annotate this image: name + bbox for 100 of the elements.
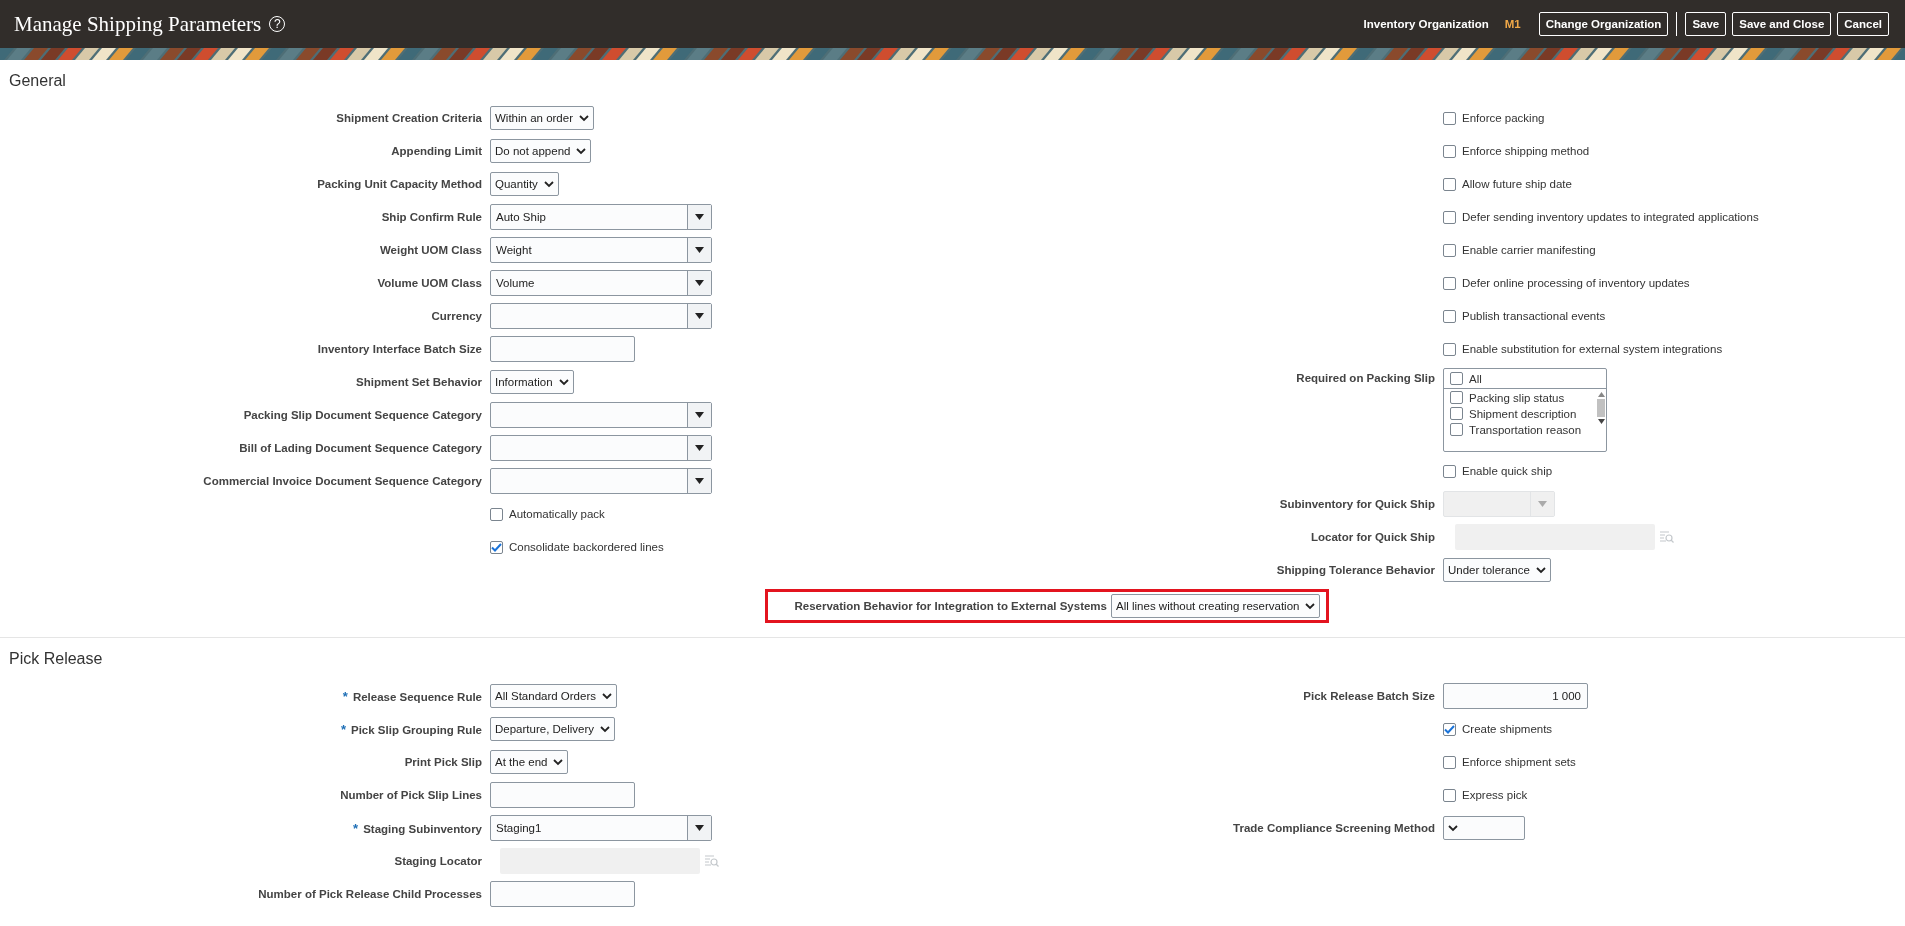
- field-label: Print Pick Slip: [404, 756, 482, 768]
- checkbox[interactable]: [1443, 177, 1456, 191]
- header-button[interactable]: Save: [1685, 12, 1727, 36]
- input-field[interactable]: [490, 336, 635, 362]
- checkbox-label: Enable quick ship: [1462, 465, 1553, 477]
- checkbox-option[interactable]: Defer online processing of inventory updates: [1443, 276, 1690, 290]
- checkbox-option[interactable]: Create shipments: [1443, 722, 1553, 736]
- field-label: Appending Limit: [391, 145, 482, 157]
- checkbox-option[interactable]: Enable substitution for external system integrations: [1443, 342, 1723, 356]
- field-label: Currency: [431, 310, 482, 322]
- header-button[interactable]: Change Organization: [1538, 12, 1669, 36]
- checkbox[interactable]: [1443, 342, 1456, 356]
- checkbox-label: Defer sending inventory updates to integrated applications: [1462, 211, 1759, 223]
- required-icon: *: [342, 688, 348, 704]
- checkbox-label: Express pick: [1462, 789, 1528, 801]
- page-title: Manage Shipping Parameters: [14, 11, 262, 37]
- checkbox[interactable]: [490, 540, 503, 554]
- dropdown-select[interactable]: All Standard Orders: [490, 684, 617, 708]
- checkbox[interactable]: [1443, 210, 1456, 224]
- field-label: Number of Pick Slip Lines: [340, 789, 482, 801]
- combo-field[interactable]: Volume: [490, 270, 712, 296]
- input-field[interactable]: [490, 782, 635, 808]
- checkbox[interactable]: [1443, 755, 1456, 769]
- checkbox-label: Publish transactional events: [1462, 310, 1606, 322]
- combo-field[interactable]: [490, 303, 712, 329]
- checkbox-option[interactable]: All: [1450, 372, 1482, 385]
- triangle-down-icon: [695, 478, 704, 484]
- checkbox-option[interactable]: Enable quick ship: [1443, 464, 1553, 478]
- checkbox-option[interactable]: Enforce shipment sets: [1443, 755, 1576, 769]
- checkbox-label: Create shipments: [1462, 723, 1553, 735]
- combo-field[interactable]: Auto Ship: [490, 204, 712, 230]
- field-label: Required on Packing Slip: [1296, 372, 1435, 384]
- chevron-down-icon: [1305, 602, 1316, 610]
- dropdown-select[interactable]: All lines without creating reservation: [1111, 594, 1321, 618]
- section-title: Pick Release: [0, 637, 1905, 682]
- checkbox[interactable]: [1443, 144, 1456, 158]
- chevron-down-icon: [553, 758, 564, 766]
- dropdown-select[interactable]: Do not append: [490, 139, 592, 163]
- checkbox-option[interactable]: Packing slip status: [1450, 391, 1590, 404]
- checkbox-label: Shipment description: [1469, 407, 1577, 420]
- checkbox-label: Allow future ship date: [1462, 178, 1572, 190]
- checkbox-option[interactable]: Enable carrier manifesting: [1443, 243, 1596, 257]
- field-label: Volume UOM Class: [377, 277, 482, 289]
- header-button[interactable]: Save and Close: [1732, 12, 1832, 36]
- checkbox[interactable]: [490, 507, 503, 521]
- checkbox-option[interactable]: Automatically pack: [490, 507, 605, 521]
- dropdown-select[interactable]: Quantity: [490, 172, 559, 196]
- combo-field[interactable]: Weight: [490, 237, 712, 263]
- checkbox-label: Automatically pack: [509, 508, 605, 520]
- combo-field[interactable]: [490, 435, 712, 461]
- checkbox-option[interactable]: Allow future ship date: [1443, 177, 1572, 191]
- dropdown-select[interactable]: Information: [490, 370, 574, 394]
- input-field[interactable]: 1 000: [1443, 683, 1588, 709]
- checkbox-label: Packing slip status: [1469, 391, 1565, 404]
- checkbox[interactable]: [1450, 372, 1463, 385]
- checkbox-label: Enable substitution for external system integrations: [1462, 343, 1723, 355]
- checkbox[interactable]: [1443, 788, 1456, 802]
- checkbox-option[interactable]: Transportation reason: [1450, 423, 1590, 436]
- field-label: Weight UOM Class: [379, 244, 482, 256]
- field-label: Packing Slip Document Sequence Category: [243, 409, 482, 421]
- checkbox[interactable]: [1450, 423, 1463, 436]
- combo-field[interactable]: Staging1: [490, 815, 712, 841]
- field-label: Shipment Set Behavior: [356, 376, 482, 388]
- dropdown-select[interactable]: At the end: [490, 750, 569, 774]
- field-label: Pick Release Batch Size: [1303, 690, 1435, 702]
- checkbox[interactable]: [1450, 407, 1463, 420]
- checkbox[interactable]: [1443, 243, 1456, 257]
- required-icon: *: [353, 820, 359, 836]
- scroll-up-icon[interactable]: [1597, 392, 1605, 397]
- checkbox-option[interactable]: Publish transactional events: [1443, 309, 1606, 323]
- checkbox-option[interactable]: Enforce shipping method: [1443, 144, 1590, 158]
- dropdown-select[interactable]: Within an order: [490, 106, 594, 130]
- input-field[interactable]: [490, 881, 635, 907]
- checkbox-option[interactable]: Enforce packing: [1443, 111, 1545, 125]
- checkbox[interactable]: [1443, 722, 1456, 736]
- checkbox[interactable]: [1443, 276, 1456, 290]
- combo-field[interactable]: [490, 402, 712, 428]
- field-label: * Release Sequence Rule: [342, 688, 482, 704]
- checkbox-option[interactable]: Express pick: [1443, 788, 1528, 802]
- field-label: Commercial Invoice Document Sequence Category: [203, 475, 482, 487]
- checkbox-option[interactable]: Shipment description: [1450, 407, 1590, 420]
- checkbox-option[interactable]: Consolidate backordered lines: [490, 540, 664, 554]
- checkbox-option[interactable]: Defer sending inventory updates to integrated applications: [1443, 210, 1759, 224]
- checkbox[interactable]: [1443, 111, 1456, 125]
- dropdown-select[interactable]: Under tolerance: [1443, 558, 1551, 582]
- dropdown-select[interactable]: [1443, 816, 1525, 840]
- checkbox[interactable]: [1443, 464, 1456, 478]
- checkbox-label: Enforce shipping method: [1462, 145, 1590, 157]
- combo-field[interactable]: [490, 468, 712, 494]
- triangle-down-icon: [695, 313, 704, 319]
- checkbox[interactable]: [1450, 391, 1463, 404]
- scroll-down-icon[interactable]: [1597, 419, 1605, 424]
- header-button[interactable]: Cancel: [1837, 12, 1889, 36]
- chevron-down-icon: [579, 114, 589, 122]
- chevron-down-icon: [558, 378, 569, 386]
- field-label: Subinventory for Quick Ship: [1279, 498, 1435, 510]
- field-label: Trade Compliance Screening Method: [1233, 822, 1435, 834]
- checkbox-label: Enforce shipment sets: [1462, 756, 1576, 768]
- dropdown-select[interactable]: Departure, Delivery: [490, 717, 616, 741]
- checkbox[interactable]: [1443, 309, 1456, 323]
